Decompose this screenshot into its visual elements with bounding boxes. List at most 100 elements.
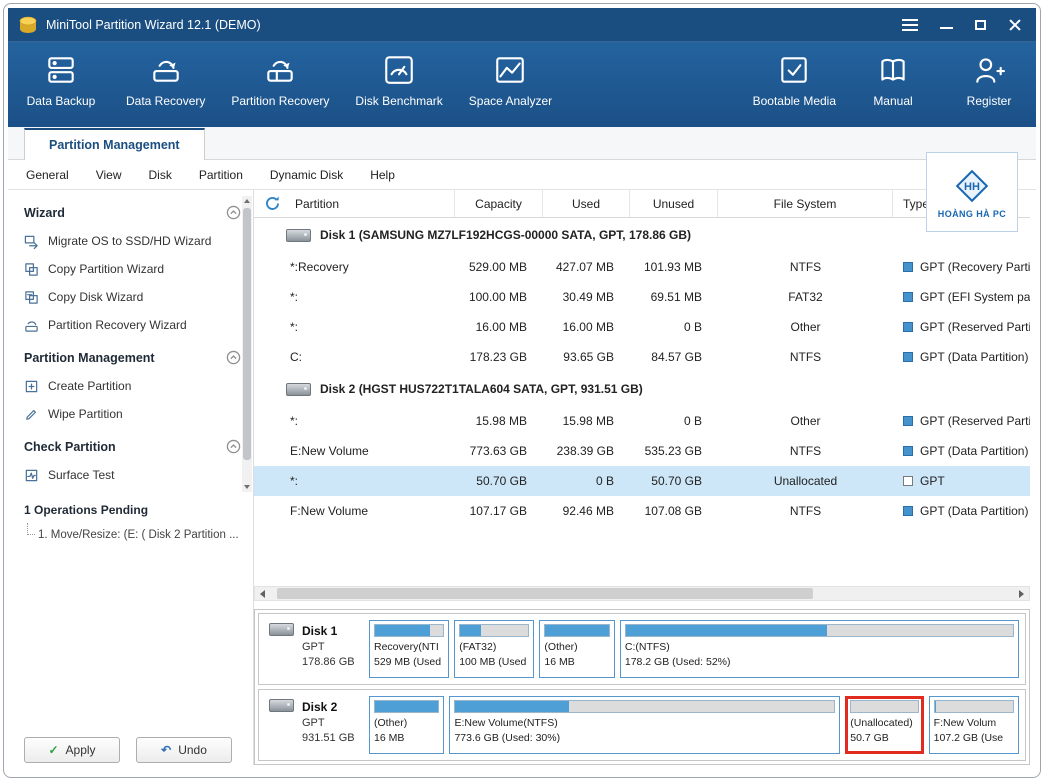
cell-partition: *: xyxy=(254,474,455,488)
tab-partition-management[interactable]: Partition Management xyxy=(24,128,205,160)
table-row[interactable]: *: 15.98 MB 15.98 MB 0 B Other GPT (Rese… xyxy=(254,406,1030,436)
disk-map: Disk 1 GPT 178.86 GB Recovery(NTI 529 MB… xyxy=(254,609,1030,765)
usage-bar xyxy=(625,624,1014,637)
disk1-info: Disk 1 GPT 178.86 GB xyxy=(259,614,363,684)
hscroll-thumb[interactable] xyxy=(277,588,813,599)
sidebar-item-copy-disk[interactable]: Copy Disk Wizard xyxy=(24,283,253,311)
partition-block[interactable]: (Other) 16 MB xyxy=(539,620,614,678)
section-partition-management[interactable]: Partition Management xyxy=(24,339,253,372)
scroll-left-icon[interactable] xyxy=(255,587,270,600)
partition-block[interactable]: E:New Volume(NTFS) 773.6 GB (Used: 30%) xyxy=(449,696,840,754)
menu-help[interactable]: Help xyxy=(370,168,395,182)
cell-partition: *:Recovery xyxy=(254,260,455,274)
footer-buttons: ✓ Apply ↶ Undo xyxy=(8,727,253,765)
sidebar-item-create-partition[interactable]: Create Partition xyxy=(24,372,253,400)
menu-disk[interactable]: Disk xyxy=(149,168,172,182)
partition-block[interactable]: (FAT32) 100 MB (Used xyxy=(454,620,534,678)
unallocated-block-selected[interactable]: (Unallocated) 50.7 GB xyxy=(845,696,923,754)
data-backup-button[interactable]: Data Backup xyxy=(22,53,100,108)
column-partition: Partition xyxy=(295,197,339,211)
table-row[interactable]: *:Recovery 529.00 MB 427.07 MB 101.93 MB… xyxy=(254,252,1030,282)
space-analyzer-button[interactable]: Space Analyzer xyxy=(469,53,552,108)
disk-benchmark-button[interactable]: Disk Benchmark xyxy=(355,53,442,108)
manual-button[interactable]: Manual xyxy=(854,53,932,108)
cell-type: GPT (EFI System part xyxy=(893,290,1030,304)
toolbar-label: Partition Recovery xyxy=(231,94,329,108)
maximize-icon[interactable] xyxy=(975,20,986,30)
toolbar: Data Backup Data Recovery Partition Reco… xyxy=(8,41,1036,127)
partition-table: Disk 1 (SAMSUNG MZ7LF192HCGS-00000 SATA,… xyxy=(254,218,1030,526)
hamburger-menu-icon[interactable] xyxy=(902,19,918,31)
cell-type: GPT (Data Partition) xyxy=(893,444,1030,458)
toolbar-label: Bootable Media xyxy=(753,94,836,108)
check-icon: ✓ xyxy=(48,743,58,757)
bootable-media-button[interactable]: Bootable Media xyxy=(753,53,836,108)
disk-icon xyxy=(286,229,311,242)
section-title: Check Partition xyxy=(24,440,116,454)
operation-item-label: 1. Move/Resize: (E: ( Disk 2 Partition .… xyxy=(38,529,239,541)
sidebar-item-partition-recovery-wizard[interactable]: Partition Recovery Wizard xyxy=(24,311,253,339)
partition-block[interactable]: C:(NTFS) 178.2 GB (Used: 52%) xyxy=(620,620,1019,678)
sidebar-scrollbar[interactable] xyxy=(242,196,252,492)
cell-used: 93.65 GB xyxy=(543,350,630,364)
sidebar-item-wipe-partition[interactable]: Wipe Partition xyxy=(24,400,253,428)
partition-type-icon xyxy=(903,416,913,426)
undo-button[interactable]: ↶ Undo xyxy=(136,737,232,763)
partition-recovery-button[interactable]: Partition Recovery xyxy=(231,53,329,108)
table-row[interactable]: E:New Volume 773.63 GB 238.39 GB 535.23 … xyxy=(254,436,1030,466)
disk1-group-header[interactable]: Disk 1 (SAMSUNG MZ7LF192HCGS-00000 SATA,… xyxy=(254,218,1030,252)
cell-used: 238.39 GB xyxy=(543,444,630,458)
toolbar-label: Register xyxy=(967,94,1012,108)
disk-icon xyxy=(269,623,294,636)
disk1-map-row[interactable]: Disk 1 GPT 178.86 GB Recovery(NTI 529 MB… xyxy=(258,613,1026,685)
scroll-up-icon[interactable] xyxy=(242,196,252,206)
partition-recovery-wizard-icon xyxy=(24,318,39,333)
table-row[interactable]: *: 16.00 MB 16.00 MB 0 B Other GPT (Rese… xyxy=(254,312,1030,342)
table-row[interactable]: *: 100.00 MB 30.49 MB 69.51 MB FAT32 GPT… xyxy=(254,282,1030,312)
sidebar-item-label: Copy Partition Wizard xyxy=(48,262,164,276)
partition-block[interactable]: (Other) 16 MB xyxy=(369,696,444,754)
apply-button[interactable]: ✓ Apply xyxy=(24,737,120,763)
disk-scheme: GPT xyxy=(302,716,355,731)
collapse-chevron-icon xyxy=(226,350,241,365)
disk2-group-header[interactable]: Disk 2 (HGST HUS722T1TALA604 SATA, GPT, … xyxy=(254,372,1030,406)
horizontal-scrollbar[interactable] xyxy=(254,586,1030,601)
data-recovery-button[interactable]: Data Recovery xyxy=(126,53,205,108)
bootable-media-icon xyxy=(777,53,811,87)
scroll-right-icon[interactable] xyxy=(1014,587,1029,600)
disk2-map-row[interactable]: Disk 2 GPT 931.51 GB (Other) 16 MB xyxy=(258,689,1026,761)
section-title: Partition Management xyxy=(24,351,155,365)
usage-bar xyxy=(454,700,835,713)
section-title: Wizard xyxy=(24,206,65,220)
partition-type-icon xyxy=(903,322,913,332)
sidebar-item-migrate-os[interactable]: Migrate OS to SSD/HD Wizard xyxy=(24,227,253,255)
menu-general[interactable]: General xyxy=(26,168,69,182)
menu-dynamic-disk[interactable]: Dynamic Disk xyxy=(270,168,343,182)
cell-unused: 84.57 GB xyxy=(630,350,718,364)
partition-block[interactable]: F:New Volum 107.2 GB (Use xyxy=(929,696,1019,754)
hoang-ha-logo-icon: HH xyxy=(952,166,992,206)
section-check-partition[interactable]: Check Partition xyxy=(24,428,253,461)
menu-partition[interactable]: Partition xyxy=(199,168,243,182)
sidebar-item-copy-partition[interactable]: Copy Partition Wizard xyxy=(24,255,253,283)
sidebar-item-label: Create Partition xyxy=(48,379,131,393)
operation-item[interactable]: 1. Move/Resize: (E: ( Disk 2 Partition .… xyxy=(24,525,253,545)
operations-pending-title: 1 Operations Pending xyxy=(24,489,253,525)
cell-unused: 107.08 GB xyxy=(630,504,718,518)
sidebar-item-surface-test[interactable]: Surface Test xyxy=(24,461,253,489)
refresh-icon[interactable] xyxy=(264,195,281,212)
close-icon[interactable] xyxy=(1008,18,1022,32)
section-wizard[interactable]: Wizard xyxy=(24,194,253,227)
disk-benchmark-icon xyxy=(382,53,416,87)
register-button[interactable]: Register xyxy=(950,53,1028,108)
table-row[interactable]: F:New Volume 107.17 GB 92.46 MB 107.08 G… xyxy=(254,496,1030,526)
menu-view[interactable]: View xyxy=(96,168,122,182)
scroll-down-icon[interactable] xyxy=(242,482,252,492)
partition-block[interactable]: Recovery(NTI 529 MB (Used xyxy=(369,620,449,678)
cell-partition: *: xyxy=(254,414,455,428)
block-detail: 50.7 GB xyxy=(850,731,918,746)
table-row[interactable]: C: 178.23 GB 93.65 GB 84.57 GB NTFS GPT … xyxy=(254,342,1030,372)
minimize-icon[interactable] xyxy=(940,27,953,29)
sidebar-scroll-thumb[interactable] xyxy=(243,208,251,460)
table-row-selected[interactable]: *: 50.70 GB 0 B 50.70 GB Unallocated GPT xyxy=(254,466,1030,496)
